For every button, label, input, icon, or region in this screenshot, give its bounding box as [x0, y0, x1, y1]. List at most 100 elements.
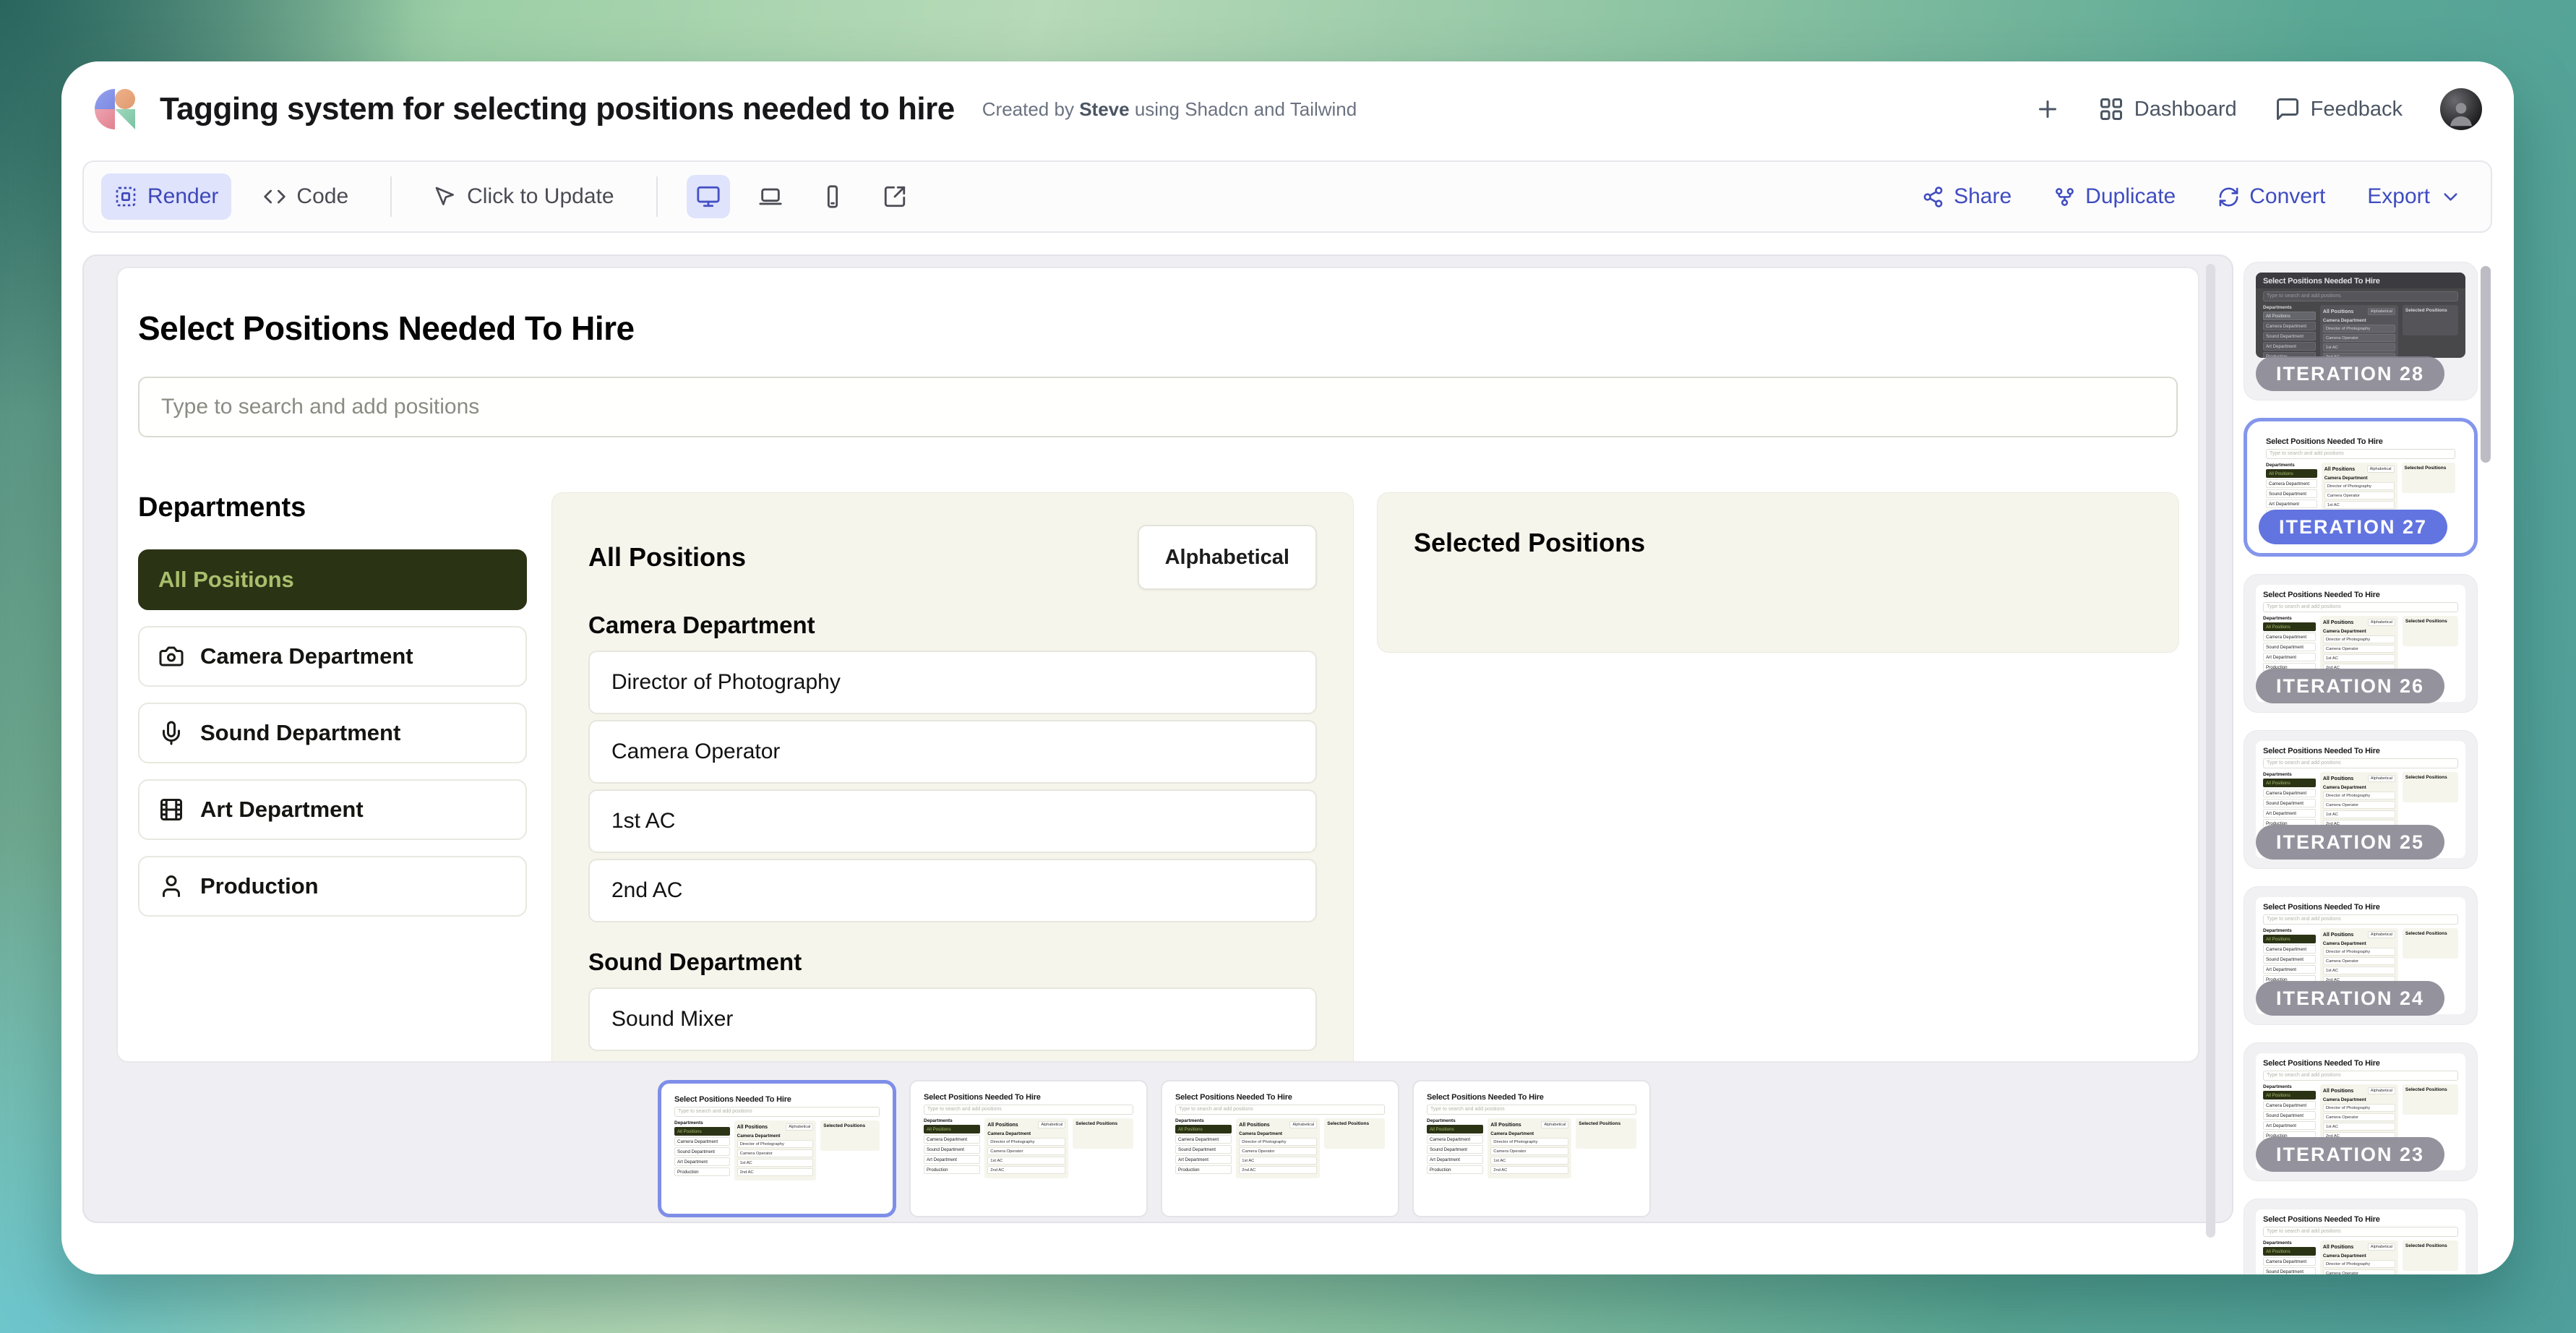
- mini-position-row: Director of Photography: [1490, 1138, 1568, 1146]
- mini-department: Production: [924, 1165, 980, 1174]
- iteration-card[interactable]: Select Positions Needed To HireType to s…: [2244, 262, 2478, 400]
- convert-button[interactable]: Convert: [2217, 184, 2325, 209]
- department-button[interactable]: All Positions: [138, 549, 527, 610]
- alphabetical-sort-button[interactable]: Alphabetical: [1138, 525, 1317, 590]
- mini-position-row: 1st AC: [1490, 1157, 1568, 1165]
- mini-selected-heading: Selected Positions: [2405, 619, 2455, 624]
- position-row[interactable]: 1st AC: [588, 789, 1317, 853]
- mini-position-row: 1st AC: [2323, 1123, 2395, 1131]
- mini-search: Type to search and add positions: [2263, 602, 2458, 612]
- mini-department: Sound Department: [1175, 1145, 1232, 1154]
- monitor-icon: [696, 184, 721, 209]
- dashboard-button[interactable]: Dashboard: [2098, 96, 2237, 122]
- mini-group-heading: Camera Department: [2323, 1097, 2395, 1102]
- mini-position-row: 1st AC: [2323, 654, 2395, 662]
- feedback-label: Feedback: [2311, 98, 2403, 121]
- iteration-card[interactable]: Select Positions Needed To HireType to s…: [2244, 730, 2478, 869]
- mini-preview: Select Positions Needed To HireType to s…: [1168, 1087, 1392, 1210]
- laptop-view-button[interactable]: [749, 175, 792, 218]
- mini-preview: Select Positions Needed To HireType to s…: [667, 1089, 887, 1208]
- mini-department-selected: All Positions: [2263, 1091, 2316, 1100]
- mobile-view-button[interactable]: [811, 175, 854, 218]
- click-to-update-button[interactable]: Click to Update: [421, 173, 627, 220]
- departments-list: All Positions Camera Department Sound Depa…: [138, 549, 527, 917]
- position-row[interactable]: 2nd AC: [588, 859, 1317, 922]
- mini-position-row: 1st AC: [2323, 810, 2395, 818]
- mini-position-row: 1st AC: [737, 1159, 814, 1167]
- mini-all-positions-heading: All Positions: [737, 1125, 768, 1130]
- share-label: Share: [1954, 184, 2012, 209]
- mini-department-selected: All Positions: [2266, 469, 2317, 478]
- iteration-card[interactable]: Select Positions Needed To HireType to s…: [2244, 418, 2478, 557]
- mini-department-selected: All Positions: [674, 1127, 730, 1136]
- iteration-card[interactable]: Select Positions Needed To HireType to s…: [2244, 574, 2478, 713]
- mini-department-selected: All Positions: [2263, 779, 2316, 787]
- version-thumbnail[interactable]: Select Positions Needed To HireType to s…: [1412, 1080, 1651, 1217]
- mini-position-row: Camera Operator: [2323, 1269, 2395, 1274]
- project-title: Tagging system for selecting positions n…: [160, 91, 955, 127]
- mini-department: Art Department: [2263, 965, 2316, 974]
- render-box-icon: [114, 185, 137, 208]
- plus-icon[interactable]: [2035, 96, 2061, 122]
- mini-department: Sound Department: [1427, 1145, 1483, 1154]
- mini-all-positions-heading: All Positions: [2323, 620, 2353, 625]
- mini-title: Select Positions Needed To Hire: [2263, 747, 2458, 755]
- duplicate-button[interactable]: Duplicate: [2053, 184, 2176, 209]
- app-window: Tagging system for selecting positions n…: [61, 61, 2514, 1274]
- mini-search: Type to search and add positions: [2263, 914, 2458, 925]
- render-tab[interactable]: Render: [101, 173, 231, 220]
- version-thumbnail[interactable]: Select Positions Needed To HireType to s…: [1161, 1080, 1399, 1217]
- mini-position-row: 2nd AC: [737, 1168, 814, 1176]
- mini-search: Type to search and add positions: [1175, 1105, 1385, 1115]
- position-row[interactable]: Camera Operator: [588, 720, 1317, 784]
- code-tab[interactable]: Code: [250, 173, 361, 220]
- mini-departments-heading: Departments: [674, 1120, 730, 1126]
- mini-selected-heading: Selected Positions: [1076, 1121, 1130, 1126]
- version-thumbnail[interactable]: Select Positions Needed To HireType to s…: [658, 1080, 896, 1217]
- magic-patterns-logo-icon[interactable]: [95, 89, 135, 129]
- mini-sort-chip: Alphabetical: [786, 1123, 813, 1131]
- canvas-scrollbar[interactable]: [2206, 264, 2215, 1238]
- mini-department: Art Department: [2266, 500, 2317, 508]
- mini-search: Type to search and add positions: [674, 1107, 880, 1117]
- desktop-view-button[interactable]: [687, 175, 730, 218]
- mini-search: Type to search and add positions: [2266, 449, 2455, 459]
- mini-position-row: Camera Operator: [737, 1149, 814, 1157]
- department-label: All Positions: [158, 567, 294, 593]
- feedback-button[interactable]: Feedback: [2275, 96, 2403, 122]
- mini-sort-chip: Alphabetical: [2368, 775, 2395, 782]
- department-button[interactable]: Camera Department: [138, 626, 527, 687]
- mini-selected-heading: Selected Positions: [2405, 1243, 2455, 1248]
- export-button[interactable]: Export: [2367, 184, 2462, 209]
- iteration-card[interactable]: Select Positions Needed To HireType to s…: [2244, 1042, 2478, 1181]
- mini-departments-heading: Departments: [2263, 1084, 2316, 1089]
- mini-search: Type to search and add positions: [2263, 1071, 2458, 1081]
- mini-department: Art Department: [2263, 1121, 2316, 1130]
- iterations-scrollbar[interactable]: [2481, 266, 2491, 463]
- fork-icon: [2053, 186, 2076, 208]
- iterations-sidebar: Select Positions Needed To Hire Type to s…: [2244, 262, 2478, 1274]
- mini-department: Camera Department: [674, 1137, 730, 1146]
- user-avatar[interactable]: [2440, 88, 2482, 130]
- iteration-card[interactable]: Select Positions Needed To HireType to s…: [2244, 1199, 2478, 1274]
- mini-position-row: Director of Photography: [2323, 1260, 2395, 1268]
- mini-all-positions-heading: All Positions: [1239, 1123, 1269, 1128]
- position-row[interactable]: Director of Photography: [588, 651, 1317, 714]
- department-button[interactable]: Production: [138, 856, 527, 917]
- open-preview-button[interactable]: [873, 175, 916, 218]
- department-button[interactable]: Art Department: [138, 779, 527, 840]
- mini-group-heading: Camera Department: [987, 1131, 1065, 1136]
- search-input[interactable]: [138, 377, 2178, 437]
- position-row[interactable]: Sound Mixer: [588, 987, 1317, 1051]
- mini-position-row: Camera Operator: [2323, 957, 2395, 965]
- iteration-card[interactable]: Select Positions Needed To HireType to s…: [2244, 886, 2478, 1025]
- department-button[interactable]: Sound Department: [138, 703, 527, 763]
- version-thumbnail[interactable]: Select Positions Needed To HireType to s…: [909, 1080, 1148, 1217]
- export-label: Export: [2367, 184, 2430, 209]
- mini-department: Camera Department: [2263, 945, 2316, 953]
- convert-label: Convert: [2249, 184, 2325, 209]
- mini-all-positions-heading: All Positions: [2323, 933, 2353, 938]
- camera-icon: [158, 643, 184, 669]
- share-button[interactable]: Share: [1922, 184, 2012, 209]
- mini-title: Select Positions Needed To Hire: [924, 1093, 1133, 1102]
